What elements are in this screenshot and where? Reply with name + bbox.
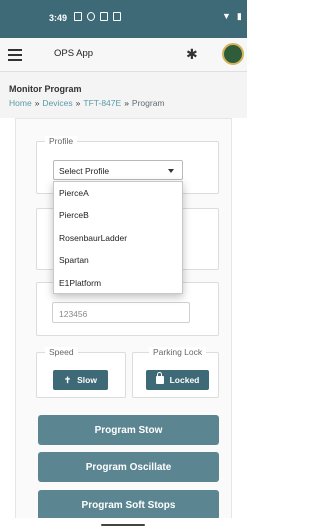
sim-icon — [74, 12, 82, 21]
profile-option-pierce-a[interactable]: PierceA — [54, 182, 182, 204]
menu-icon[interactable] — [8, 49, 22, 61]
profile-option-rosenbaur-ladder[interactable]: RosenbaurLadder — [54, 227, 182, 249]
wifi-icon: ▼ — [222, 11, 231, 21]
breadcrumb-separator: » — [124, 98, 129, 108]
profile-legend: Profile — [45, 136, 78, 146]
speed-button[interactable]: ✝ Slow — [53, 370, 108, 390]
status-time: 3:49 — [49, 13, 68, 23]
profile-dropdown: PierceA PierceB RosenbaurLadder Spartan … — [53, 181, 183, 294]
parking-lock-button[interactable]: Locked — [146, 370, 209, 390]
profile-select[interactable]: Select Profile — [53, 160, 183, 180]
home-indicator[interactable] — [101, 524, 145, 526]
breadcrumb: Home» Devices» TFT-847E» Program — [9, 98, 165, 108]
parking-lock-legend: Parking Lock — [149, 347, 207, 357]
bluetooth-icon[interactable]: ✱ — [186, 46, 198, 63]
breadcrumb-devices[interactable]: Devices — [42, 98, 72, 108]
calendar-icon — [113, 12, 121, 21]
program-oscillate-button[interactable]: Program Oscillate — [38, 452, 219, 482]
profile-select-value: Select Profile — [59, 166, 110, 176]
page-heading: Monitor Program Home» Devices» TFT-847E» Pr… — [0, 72, 247, 118]
profile-option-pierce-b[interactable]: PierceB — [54, 204, 182, 226]
battery-icon: ▮ — [236, 11, 242, 21]
breadcrumb-device[interactable]: TFT-847E — [83, 98, 121, 108]
status-bar: 3:49 ▼ ▮ — [0, 0, 247, 38]
chevron-down-icon — [168, 169, 174, 173]
page-title: Monitor Program — [9, 84, 82, 94]
message-icon — [100, 12, 108, 21]
breadcrumb-home[interactable]: Home — [9, 98, 32, 108]
profile-option-e1-platform[interactable]: E1Platform — [54, 272, 182, 294]
notification-icons — [74, 12, 121, 21]
speed-button-label: Slow — [77, 375, 97, 385]
walk-icon: ✝ — [64, 374, 72, 385]
lock-icon — [155, 372, 164, 384]
breadcrumb-current: Program — [131, 98, 165, 108]
parking-lock-button-label: Locked — [169, 375, 200, 385]
breadcrumb-separator: » — [34, 98, 40, 108]
breadcrumb-separator: » — [75, 98, 81, 108]
speed-legend: Speed — [45, 347, 78, 357]
serial-input[interactable]: 123456 — [52, 302, 190, 323]
avatar[interactable] — [222, 43, 244, 65]
profile-option-spartan[interactable]: Spartan — [54, 249, 182, 271]
serial-value: 123456 — [59, 309, 88, 319]
program-stow-button[interactable]: Program Stow — [38, 415, 219, 445]
system-icons: ▼ ▮ — [222, 11, 242, 22]
sync-icon — [87, 12, 95, 21]
app-title: OPS App — [54, 48, 94, 59]
program-soft-stops-button[interactable]: Program Soft Stops — [38, 490, 219, 520]
app-bar: OPS App ✱ — [0, 38, 247, 72]
